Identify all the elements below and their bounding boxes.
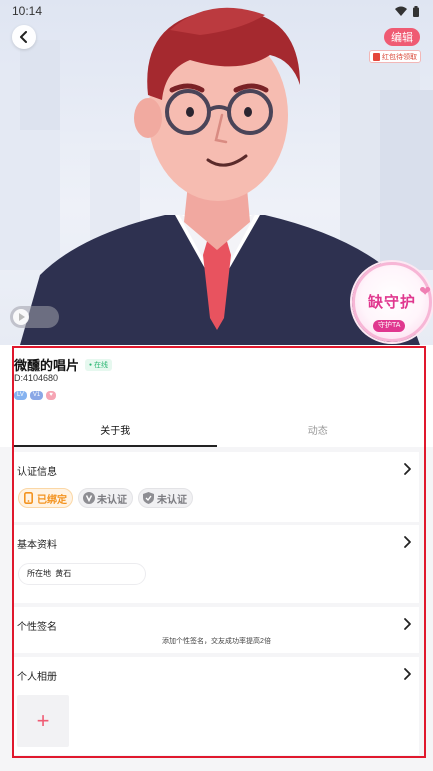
chevron-right-icon bbox=[404, 668, 411, 680]
real-name-label: 未认证 bbox=[97, 494, 127, 506]
basic-info-title: 基本资料 bbox=[17, 540, 57, 551]
next-section-peek bbox=[14, 757, 419, 771]
battery-icon bbox=[413, 5, 419, 17]
phone-bound-label: 已绑定 bbox=[37, 494, 67, 506]
vip-tag: V1 bbox=[29, 391, 44, 400]
nickname: 微醺的唱片 bbox=[14, 358, 80, 373]
level-tags: LV V1 ♥ bbox=[14, 391, 56, 400]
auth-title: 认证信息 bbox=[17, 467, 57, 478]
chevron-left-icon bbox=[20, 31, 27, 43]
phone-bound-badge[interactable]: 已绑定 bbox=[18, 488, 73, 508]
album-title: 个人相册 bbox=[17, 672, 57, 683]
play-icon bbox=[13, 309, 29, 325]
voice-intro-toggle[interactable] bbox=[10, 306, 59, 328]
chevron-right-icon bbox=[404, 618, 411, 630]
redpacket-banner[interactable]: 红包待领取 bbox=[369, 50, 421, 63]
status-icons bbox=[395, 5, 419, 17]
chevron-right-icon bbox=[404, 463, 411, 475]
profile-cover: 10:14 编辑 红包待领取 ❤ 缺守护 守护TA bbox=[0, 0, 433, 345]
status-time: 10:14 bbox=[12, 4, 43, 18]
status-bar: 10:14 bbox=[0, 0, 433, 22]
charm-tag: ♥ bbox=[46, 391, 56, 400]
chevron-right-icon bbox=[404, 536, 411, 548]
avatar-verify-badge[interactable]: 未认证 bbox=[138, 488, 193, 508]
album-section[interactable]: 个人相册 + bbox=[14, 657, 419, 755]
level-tag: LV bbox=[14, 391, 27, 400]
guard-badge[interactable]: ❤ 缺守护 守护TA bbox=[352, 262, 432, 342]
user-id: D:4104680 bbox=[14, 373, 59, 383]
signature-section[interactable]: 个性签名 添加个性签名，交友成功率提高2倍 bbox=[14, 607, 419, 653]
v-verify-icon bbox=[82, 492, 95, 505]
tab-about[interactable]: 关于我 bbox=[14, 421, 217, 447]
avatar-verify-label: 未认证 bbox=[157, 494, 187, 506]
add-photo-button[interactable]: + bbox=[17, 695, 69, 747]
online-badge: 在线 bbox=[85, 358, 113, 371]
phone-icon bbox=[22, 492, 35, 505]
basic-info-section[interactable]: 基本资料 所在地 黄石 bbox=[14, 525, 419, 603]
redpacket-label: 红包待领取 bbox=[382, 53, 417, 61]
location-value: 黄石 bbox=[55, 569, 72, 578]
tab-moments[interactable]: 动态 bbox=[217, 421, 420, 447]
location-pill: 所在地 黄石 bbox=[18, 563, 146, 585]
profile-header: 微醺的唱片 在线 D:4104680 LV V1 ♥ 关于我 动态 bbox=[0, 345, 433, 447]
auth-badges: 已绑定 未认证 未认证 bbox=[18, 488, 193, 508]
guard-button[interactable]: 守护TA bbox=[373, 320, 406, 332]
profile-tabs: 关于我 动态 bbox=[14, 421, 419, 447]
back-button[interactable] bbox=[12, 25, 36, 49]
signature-title: 个性签名 bbox=[17, 622, 57, 633]
signature-hint: 添加个性签名，交友成功率提高2倍 bbox=[162, 638, 271, 645]
shield-check-icon bbox=[142, 492, 155, 505]
real-name-badge[interactable]: 未认证 bbox=[78, 488, 133, 508]
wifi-icon bbox=[395, 6, 407, 16]
tab-indicator bbox=[14, 445, 217, 447]
profile-content: 微醺的唱片 在线 D:4104680 LV V1 ♥ 关于我 动态 认证信息 已… bbox=[0, 345, 433, 771]
edit-button[interactable]: 编辑 bbox=[384, 28, 420, 46]
guard-title: 缺守护 bbox=[367, 294, 416, 311]
location-label: 所在地 bbox=[27, 569, 51, 578]
nickname-row: 微醺的唱片 在线 bbox=[14, 355, 113, 374]
auth-section[interactable]: 认证信息 已绑定 未认证 未认证 bbox=[14, 452, 419, 522]
redpacket-icon bbox=[373, 52, 380, 61]
